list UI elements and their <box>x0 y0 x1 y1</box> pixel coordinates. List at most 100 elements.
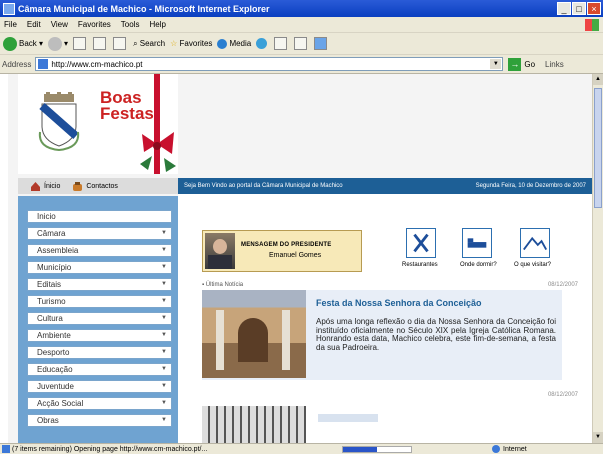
where-to-sleep-link[interactable] <box>462 228 492 258</box>
chevron-down-icon: ▼ <box>161 349 167 355</box>
chevron-down-icon: ▼ <box>161 366 167 372</box>
what-to-visit-label[interactable]: O que visitar? <box>514 262 551 268</box>
favorites-button[interactable]: ☆ Favorites <box>170 39 212 48</box>
menu-view[interactable]: View <box>51 20 68 29</box>
status-bar: (7 items remaining) Opening page http://… <box>0 443 603 454</box>
scroll-up-button[interactable]: ▲ <box>593 74 603 85</box>
menu-item-ambiente[interactable]: Ambiente ▼ <box>27 329 172 342</box>
menu-item-juventude[interactable]: Juventude ▼ <box>27 380 172 393</box>
news-title[interactable]: Festa da Nossa Senhora da Conceição <box>316 298 482 308</box>
home-button[interactable] <box>113 37 128 50</box>
mail-button[interactable] <box>274 37 289 50</box>
news-photo-2[interactable] <box>202 406 306 443</box>
church-photo[interactable] <box>202 290 306 378</box>
menu-item-accao-social[interactable]: Acção Social ▼ <box>27 397 172 410</box>
landscape-icon <box>523 236 548 251</box>
menu-file[interactable]: File <box>4 20 17 29</box>
phone-icon <box>73 181 83 191</box>
back-button[interactable]: Back ▾ <box>3 36 43 51</box>
nav-inicio[interactable]: Ínicio <box>30 181 60 192</box>
address-input[interactable]: http://www.cm-machico.pt ▼ <box>35 57 504 71</box>
restaurants-label[interactable]: Restaurantes <box>402 262 438 268</box>
web-page: Boas Festas Ínicio Contactos Seja Bem Vi… <box>8 74 592 443</box>
window-controls: _ □ × <box>557 2 601 15</box>
back-arrow-icon <box>3 36 17 51</box>
edit-button[interactable] <box>314 37 329 50</box>
menu-item-label: Ambiente <box>37 331 71 340</box>
news-date-2: 08/12/2007 <box>547 392 578 398</box>
page-icon <box>2 445 10 453</box>
menu-item-obras[interactable]: Obras ▼ <box>27 414 172 427</box>
where-to-sleep-label[interactable]: Onde dormir? <box>460 262 497 268</box>
menu-bar: File Edit View Favorites Tools Help <box>0 17 603 33</box>
mail-icon <box>274 37 288 50</box>
go-button[interactable]: → Go <box>508 57 536 71</box>
scroll-thumb[interactable] <box>594 88 602 208</box>
menu-item-camara[interactable]: Câmara ▼ <box>27 227 172 240</box>
chevron-down-icon: ▼ <box>161 332 167 338</box>
scroll-down-button[interactable]: ▼ <box>593 432 603 443</box>
print-button[interactable] <box>294 37 309 50</box>
menu-item-assembleia[interactable]: Assembleia ▼ <box>27 244 172 257</box>
what-to-visit-link[interactable] <box>520 228 550 258</box>
menu-item-inicio[interactable]: Inicio <box>27 210 172 223</box>
menu-item-label: Cultura <box>37 314 63 323</box>
status-text: (7 items remaining) Opening page http://… <box>12 445 208 453</box>
chevron-down-icon[interactable]: ▼ <box>490 59 502 69</box>
chevron-down-icon: ▼ <box>161 264 167 270</box>
toolbar: Back ▾ ▾ ⌕ Search ☆ Favorites Media <box>0 33 603 55</box>
vertical-scrollbar[interactable]: ▲ ▼ <box>592 74 603 443</box>
favorites-label: Favorites <box>179 39 213 48</box>
close-button[interactable]: × <box>587 2 601 15</box>
star-icon: ☆ <box>170 39 180 48</box>
maximize-button[interactable]: □ <box>572 2 586 15</box>
restaurants-link[interactable] <box>406 228 436 258</box>
president-photo <box>205 233 235 269</box>
refresh-icon <box>93 37 107 50</box>
current-date: Segunda Feira, 10 de Dezembro de 2007 <box>475 183 586 189</box>
globe-icon <box>492 445 500 453</box>
nav-inicio-label: Ínicio <box>44 182 61 190</box>
window-title: Câmara Municipal de Machico - Microsoft … <box>18 3 270 14</box>
forward-button[interactable]: ▾ <box>48 36 68 51</box>
nav-contactos[interactable]: Contactos <box>72 181 118 192</box>
menu-tools[interactable]: Tools <box>121 20 140 29</box>
news-title-2[interactable] <box>318 414 378 422</box>
menu-item-educacao[interactable]: Educação ▼ <box>27 363 172 376</box>
menu-favorites[interactable]: Favorites <box>78 20 111 29</box>
media-button[interactable]: Media <box>217 38 251 49</box>
stop-button[interactable] <box>73 37 88 50</box>
back-label: Back <box>19 39 37 48</box>
search-label: Search <box>139 39 166 48</box>
links-button[interactable]: Links <box>545 60 564 69</box>
chevron-down-icon: ▼ <box>161 230 167 236</box>
edit-icon <box>314 37 328 50</box>
page-viewport: Boas Festas Ínicio Contactos Seja Bem Vi… <box>0 74 592 443</box>
menu-item-turismo[interactable]: Turismo ▼ <box>27 295 172 308</box>
restaurant-icon <box>413 233 429 253</box>
header-banner: Boas Festas <box>18 74 178 174</box>
menu-edit[interactable]: Edit <box>27 20 41 29</box>
chevron-down-icon: ▼ <box>161 247 167 253</box>
menu-item-label: Município <box>37 263 72 272</box>
minimize-button[interactable]: _ <box>557 2 571 15</box>
title-bar: Câmara Municipal de Machico - Microsoft … <box>0 0 603 17</box>
coat-of-arms-icon <box>38 92 80 152</box>
print-icon <box>294 37 308 50</box>
welcome-bar: Seja Bem Vindo ao portal da Câmara Munic… <box>178 178 592 194</box>
president-message-banner[interactable]: MENSAGEM DO PRESIDENTE Emanuel Gomes <box>202 230 362 272</box>
home-icon <box>31 181 40 191</box>
menu-item-editais[interactable]: Editais ▼ <box>27 278 172 291</box>
menu-item-cultura[interactable]: Cultura ▼ <box>27 312 172 325</box>
refresh-button[interactable] <box>93 37 108 50</box>
menu-item-municipio[interactable]: Município ▼ <box>27 261 172 274</box>
go-label: Go <box>524 59 536 69</box>
menu-item-desporto[interactable]: Desporto ▼ <box>27 346 172 359</box>
search-button[interactable]: ⌕ Search <box>133 39 165 49</box>
menu-help[interactable]: Help <box>149 20 165 29</box>
main-content: MENSAGEM DO PRESIDENTE Emanuel Gomes Res… <box>178 194 592 443</box>
windows-logo-icon <box>585 19 599 31</box>
latest-news-heading: ▪ Última Notícia <box>202 282 244 288</box>
zone-label: Internet <box>503 445 527 453</box>
history-button[interactable] <box>256 38 269 49</box>
